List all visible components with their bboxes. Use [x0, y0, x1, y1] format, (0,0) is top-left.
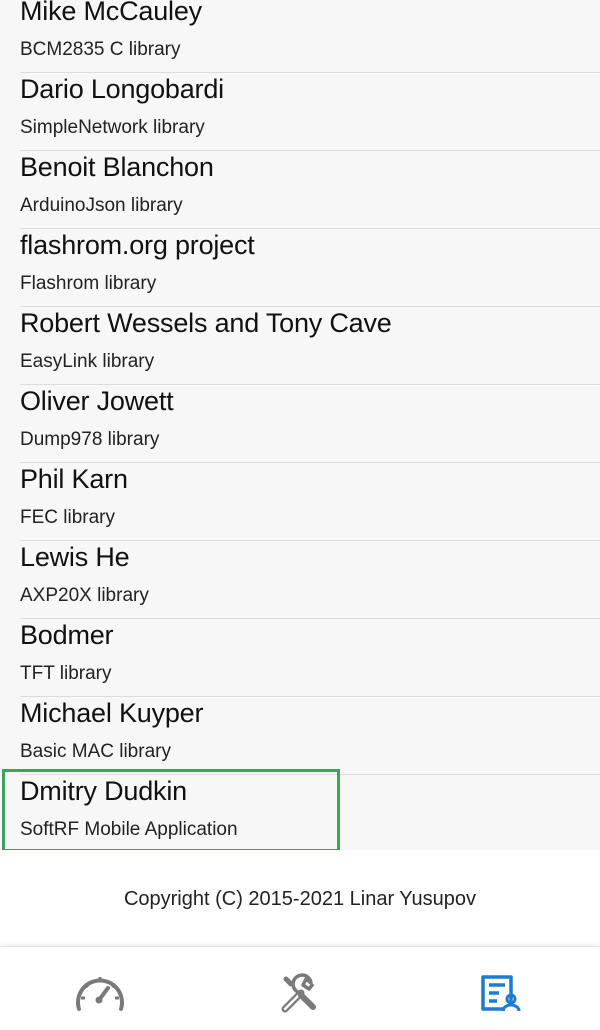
credit-name: Benoit Blanchon [20, 152, 214, 182]
app-window: Mike McCauley BCM2835 C library Dario Lo… [0, 0, 600, 1030]
list-item-highlighted[interactable]: Dmitry Dudkin SoftRF Mobile Application [2, 769, 600, 853]
list-item[interactable]: Oliver Jowett Dump978 library [20, 385, 600, 463]
list-item[interactable]: flashrom.org project Flashrom library [20, 229, 600, 307]
footer: Copyright (C) 2015-2021 Linar Yusupov [0, 850, 600, 946]
credit-name: Bodmer [20, 620, 114, 650]
list-item[interactable]: Bodmer TFT library [20, 619, 600, 697]
credit-name: Oliver Jowett [20, 386, 174, 416]
credit-description: BCM2835 C library [20, 39, 181, 60]
bottom-tab-bar [0, 946, 600, 1030]
credit-description: AXP20X library [20, 585, 149, 606]
credit-description: Flashrom library [20, 273, 157, 294]
list-item[interactable]: Michael Kuyper Basic MAC library [20, 697, 600, 775]
credit-name: Dario Longobardi [20, 74, 224, 104]
tab-status[interactable] [0, 947, 200, 1030]
contacts-icon [481, 975, 521, 1012]
credits-list[interactable]: Mike McCauley BCM2835 C library Dario Lo… [0, 0, 600, 853]
credit-description: EasyLink library [20, 351, 155, 372]
tab-settings[interactable] [200, 947, 400, 1030]
credit-description: SimpleNetwork library [20, 117, 205, 138]
list-item[interactable]: Phil Karn FEC library [20, 463, 600, 541]
list-item[interactable]: Lewis He AXP20X library [20, 541, 600, 619]
speedometer-icon [76, 977, 124, 1011]
credit-name: Dmitry Dudkin [20, 776, 187, 806]
credit-name: Mike McCauley [20, 0, 202, 26]
credit-description: ArduinoJson library [20, 195, 183, 216]
copyright-text: Copyright (C) 2015-2021 Linar Yusupov [123, 888, 477, 910]
credit-description: FEC library [20, 507, 116, 528]
list-item[interactable]: Benoit Blanchon ArduinoJson library [20, 151, 600, 229]
credit-description: Dump978 library [20, 429, 160, 450]
credit-name: Michael Kuyper [20, 698, 204, 728]
list-item[interactable]: Dario Longobardi SimpleNetwork library [20, 73, 600, 151]
credit-name: Phil Karn [20, 464, 128, 494]
credit-name: Lewis He [20, 542, 130, 572]
credit-description: Basic MAC library [20, 741, 171, 762]
list-item[interactable]: Mike McCauley BCM2835 C library [20, 0, 600, 73]
credit-name: flashrom.org project [20, 230, 255, 260]
credit-description: SoftRF Mobile Application [20, 819, 238, 840]
credit-name: Robert Wessels and Tony Cave [20, 308, 392, 338]
list-item[interactable]: Robert Wessels and Tony Cave EasyLink li… [20, 307, 600, 385]
credit-description: TFT library [20, 663, 112, 684]
wrench-icon [281, 973, 316, 1013]
tab-about[interactable] [400, 947, 600, 1030]
